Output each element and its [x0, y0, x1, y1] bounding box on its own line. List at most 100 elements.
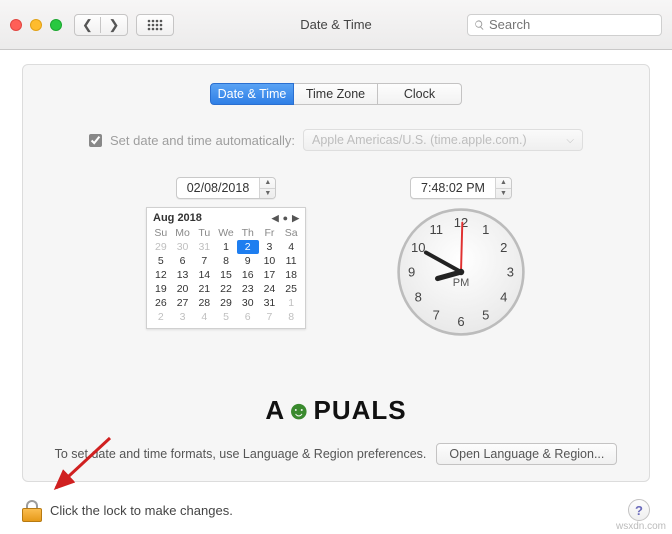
- calendar-day[interactable]: 20: [172, 282, 194, 296]
- calendar-day[interactable]: 1: [215, 240, 237, 254]
- time-server-value: Apple Americas/U.S. (time.apple.com.): [312, 133, 527, 147]
- auto-set-checkbox[interactable]: [89, 134, 102, 147]
- date-stepper-arrows[interactable]: ▲ ▼: [259, 178, 275, 198]
- calendar-day[interactable]: 16: [237, 268, 259, 282]
- clock-number: 2: [500, 240, 507, 255]
- calendar-day[interactable]: 28: [193, 296, 215, 310]
- titlebar: ❮ ❯ Date & Time: [0, 0, 672, 50]
- calendar-day[interactable]: 6: [172, 254, 194, 268]
- lock-icon[interactable]: [22, 498, 42, 522]
- calendar-day[interactable]: 10: [259, 254, 281, 268]
- calendar-day[interactable]: 11: [280, 254, 302, 268]
- calendar-day[interactable]: 3: [259, 240, 281, 254]
- auto-set-label: Set date and time automatically:: [110, 133, 295, 148]
- calendar-day: 4: [193, 310, 215, 324]
- calendar-weekday: Mo: [172, 226, 194, 240]
- calendar-day: 1: [280, 296, 302, 310]
- stepper-up-icon[interactable]: ▲: [496, 178, 511, 189]
- calendar-weekday: Tu: [193, 226, 215, 240]
- date-stepper[interactable]: 02/08/2018 ▲ ▼: [176, 177, 277, 199]
- search-field[interactable]: [467, 14, 662, 36]
- calendar-day[interactable]: 2: [237, 240, 259, 254]
- time-stepper[interactable]: 7:48:02 PM ▲ ▼: [410, 177, 512, 199]
- show-all-button[interactable]: [136, 14, 174, 36]
- calendar-day[interactable]: 7: [193, 254, 215, 268]
- calendar-weekday: Sa: [280, 226, 302, 240]
- time-stepper-arrows[interactable]: ▲ ▼: [495, 178, 511, 198]
- window-controls: [10, 19, 62, 31]
- calendar-day[interactable]: 13: [172, 268, 194, 282]
- chevron-down-icon: ⌵: [566, 135, 574, 146]
- date-value: 02/08/2018: [177, 178, 260, 198]
- calendar-day[interactable]: 14: [193, 268, 215, 282]
- minimize-button[interactable]: [30, 19, 42, 31]
- time-value: 7:48:02 PM: [411, 178, 495, 198]
- calendar-title: Aug 2018: [153, 212, 202, 224]
- calendar-day[interactable]: 30: [237, 296, 259, 310]
- calendar-day: 5: [215, 310, 237, 324]
- clock-ampm: PM: [396, 277, 526, 289]
- lock-text: Click the lock to make changes.: [50, 503, 233, 518]
- calendar-day[interactable]: 4: [280, 240, 302, 254]
- clock-number: 10: [411, 240, 425, 255]
- clock-number: 6: [457, 314, 464, 329]
- calendar-day[interactable]: 23: [237, 282, 259, 296]
- time-server-select[interactable]: Apple Americas/U.S. (time.apple.com.) ⌵: [303, 129, 583, 151]
- calendar-day[interactable]: 29: [215, 296, 237, 310]
- calendar-day[interactable]: 15: [215, 268, 237, 282]
- stepper-up-icon[interactable]: ▲: [260, 178, 275, 189]
- calendar-day[interactable]: 18: [280, 268, 302, 282]
- tab-clock[interactable]: Clock: [378, 83, 462, 105]
- calendar-day[interactable]: 9: [237, 254, 259, 268]
- second-hand: [461, 223, 462, 272]
- source-note: wsxdn.com: [616, 521, 666, 532]
- calendar-day[interactable]: 19: [150, 282, 172, 296]
- calendar-day: 31: [193, 240, 215, 254]
- search-input[interactable]: [489, 17, 655, 32]
- calendar-day[interactable]: 24: [259, 282, 281, 296]
- calendar[interactable]: Aug 2018 ◀ ● ▶ SuMoTuWeThFrSa29303112345…: [146, 207, 306, 329]
- preferences-panel: Date & Time Time Zone Clock Set date and…: [22, 64, 650, 482]
- calendar-day[interactable]: 12: [150, 268, 172, 282]
- clock-number: 4: [500, 289, 507, 304]
- calendar-next-icon[interactable]: ▶: [292, 213, 299, 224]
- clock-number: 8: [415, 289, 422, 304]
- calendar-day: 6: [237, 310, 259, 324]
- calendar-day[interactable]: 26: [150, 296, 172, 310]
- calendar-day[interactable]: 8: [215, 254, 237, 268]
- stepper-down-icon[interactable]: ▼: [496, 189, 511, 199]
- calendar-day: 30: [172, 240, 194, 254]
- tab-bar: Date & Time Time Zone Clock: [23, 83, 649, 105]
- calendar-day: 8: [280, 310, 302, 324]
- calendar-day: 3: [172, 310, 194, 324]
- close-button[interactable]: [10, 19, 22, 31]
- grid-icon: [147, 19, 163, 31]
- calendar-day[interactable]: 27: [172, 296, 194, 310]
- time-column: 7:48:02 PM ▲ ▼ 121234567891011: [396, 177, 526, 337]
- calendar-day: 29: [150, 240, 172, 254]
- tab-date-time[interactable]: Date & Time: [210, 83, 294, 105]
- date-column: 02/08/2018 ▲ ▼ Aug 2018 ◀ ● ▶ SuMoTuWeTh…: [146, 177, 306, 337]
- calendar-day[interactable]: 22: [215, 282, 237, 296]
- formats-text: To set date and time formats, use Langua…: [55, 447, 427, 461]
- zoom-button[interactable]: [50, 19, 62, 31]
- clock-number: 7: [433, 307, 440, 322]
- calendar-weekday: Su: [150, 226, 172, 240]
- nav-back-button[interactable]: ❮: [75, 17, 101, 33]
- calendar-prev-icon[interactable]: ◀: [272, 213, 279, 224]
- tab-time-zone[interactable]: Time Zone: [294, 83, 378, 105]
- calendar-today-icon[interactable]: ●: [283, 213, 288, 224]
- calendar-day[interactable]: 17: [259, 268, 281, 282]
- stepper-down-icon[interactable]: ▼: [260, 189, 275, 199]
- help-button[interactable]: ?: [628, 499, 650, 521]
- clock-number: 5: [482, 307, 489, 322]
- calendar-day[interactable]: 31: [259, 296, 281, 310]
- open-language-region-button[interactable]: Open Language & Region...: [436, 443, 617, 465]
- calendar-day: 7: [259, 310, 281, 324]
- calendar-day[interactable]: 25: [280, 282, 302, 296]
- calendar-day[interactable]: 21: [193, 282, 215, 296]
- nav-forward-button[interactable]: ❯: [101, 17, 127, 33]
- clock-number: 11: [430, 222, 444, 237]
- calendar-day: 2: [150, 310, 172, 324]
- calendar-day[interactable]: 5: [150, 254, 172, 268]
